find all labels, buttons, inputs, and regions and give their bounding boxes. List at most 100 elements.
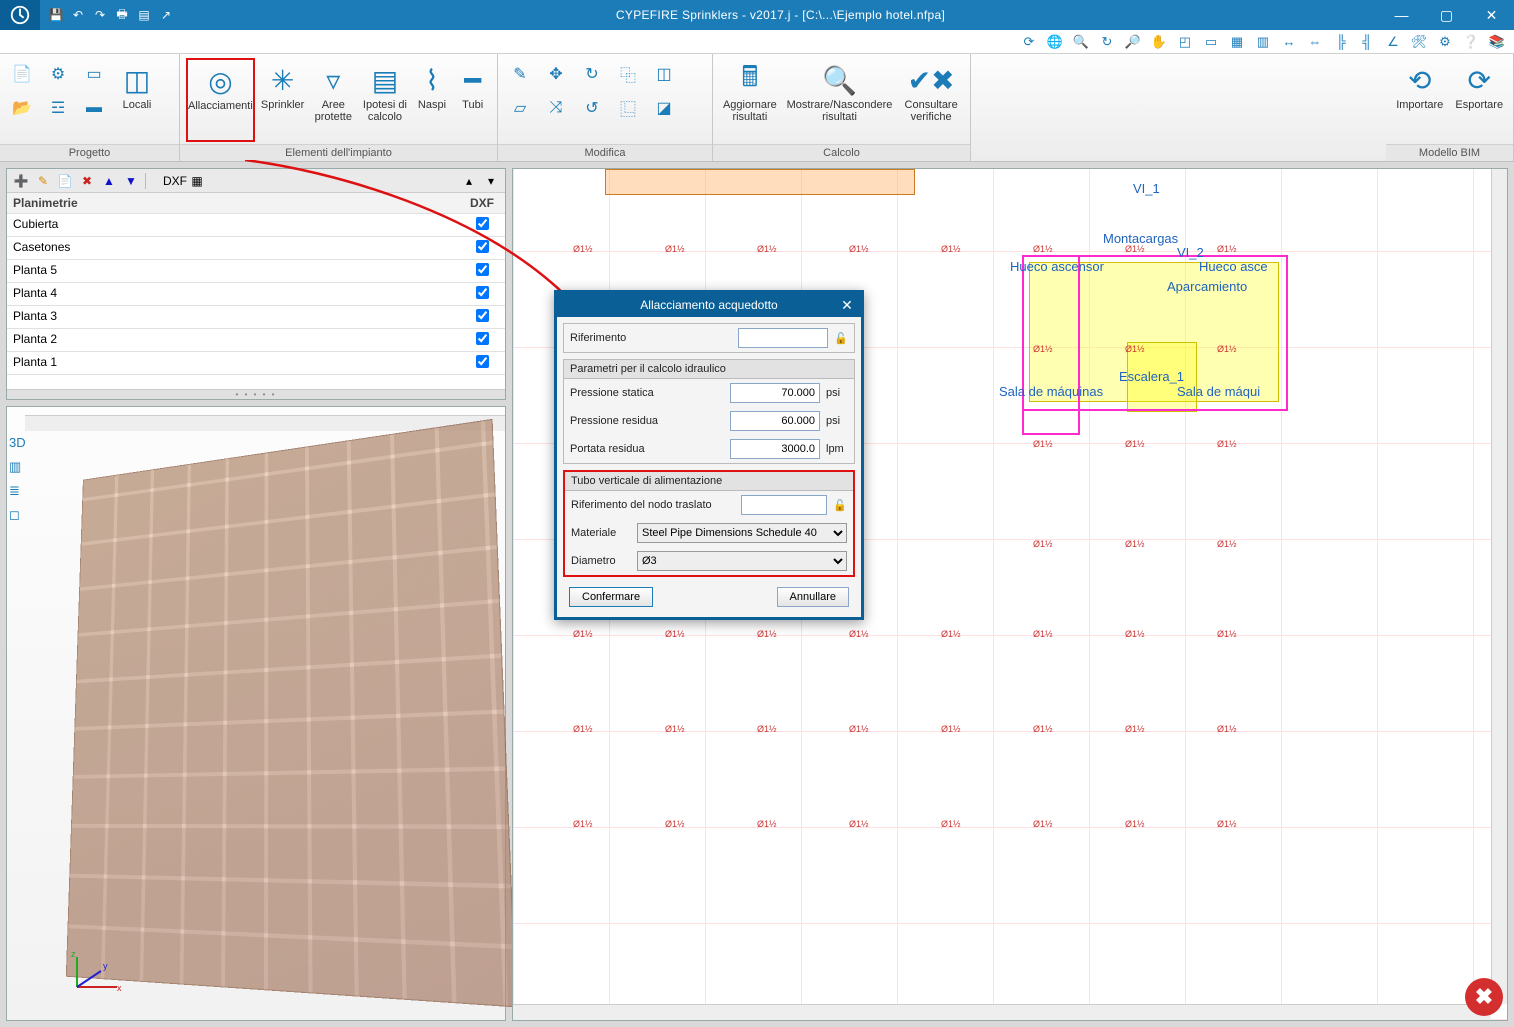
dxf-checkbox[interactable] — [476, 332, 489, 345]
pan-icon[interactable]: ✋ — [1150, 33, 1168, 51]
collapse-up-icon[interactable]: ▴ — [461, 173, 477, 189]
measure1-icon[interactable]: ↔ — [1280, 33, 1298, 51]
window-icon[interactable]: ◰ — [1176, 33, 1194, 51]
ungroup-icon[interactable]: ◪ — [648, 92, 680, 124]
mostrare-nascondere-button[interactable]: 🔍 Mostrare/Nascondere risultati — [785, 58, 895, 142]
refresh-icon[interactable]: ↻ — [1098, 33, 1116, 51]
slab-icon[interactable]: ▭ — [78, 58, 110, 90]
aree-protette-button[interactable]: ▿ Aree protette — [310, 58, 356, 142]
rotate2-icon[interactable]: ↺ — [576, 92, 608, 124]
view-layers-icon[interactable]: ≣ — [9, 483, 27, 501]
undo-icon[interactable]: ↶ — [70, 7, 86, 23]
group-icon[interactable]: ◫ — [648, 58, 680, 90]
materiale-select[interactable]: Steel Pipe Dimensions Schedule 40 — [637, 523, 847, 543]
dxf-checkbox[interactable] — [476, 309, 489, 322]
delete-icon[interactable]: ✖ — [79, 173, 95, 189]
canvas-hscroll[interactable] — [513, 1004, 1491, 1020]
dxf-checkbox[interactable] — [476, 286, 489, 299]
lock-icon[interactable]: 🔓 — [834, 332, 848, 345]
allacciamenti-button[interactable]: ◎ Allacciamenti — [186, 58, 255, 142]
settings-icon[interactable]: ⚙ — [1436, 33, 1454, 51]
portata-residua-input[interactable] — [730, 439, 820, 459]
move2-icon[interactable]: ⤨ — [540, 92, 572, 124]
up-icon[interactable]: ▲ — [101, 173, 117, 189]
books-icon[interactable]: 📚 — [1488, 33, 1506, 51]
redo-icon[interactable]: ↷ — [92, 7, 108, 23]
consultare-verifiche-button[interactable]: ✔✖ Consultare verifiche — [898, 58, 964, 142]
panel-resize-handle[interactable]: • • • • • — [7, 389, 505, 399]
rotate1-icon[interactable]: ↻ — [576, 58, 608, 90]
dialog-close-button[interactable]: ✕ — [837, 295, 857, 315]
dxf-icon[interactable]: DXF — [167, 173, 183, 189]
copy-icon[interactable]: 📄 — [57, 173, 73, 189]
tools-icon[interactable]: 🛠 — [1410, 33, 1428, 51]
dxf-checkbox[interactable] — [476, 263, 489, 276]
zoom-in-icon[interactable]: 🔍 — [1072, 33, 1090, 51]
maximize-button[interactable]: ▢ — [1424, 0, 1469, 30]
pressione-residua-input[interactable] — [730, 411, 820, 431]
riferimento-input[interactable] — [738, 328, 828, 348]
view3d-icon[interactable]: 3D — [9, 435, 27, 453]
table-row[interactable]: Planta 5 — [7, 260, 505, 283]
canvas-vscroll[interactable] — [1491, 169, 1507, 1004]
close-button[interactable]: ✕ — [1469, 0, 1514, 30]
annullare-button[interactable]: Annullare — [777, 587, 849, 607]
table-row[interactable]: Planta 2 — [7, 329, 505, 352]
angle-icon[interactable]: ∠ — [1384, 33, 1402, 51]
save-icon[interactable]: 💾 — [48, 7, 64, 23]
zoom-out-icon[interactable]: 🔎 — [1124, 33, 1142, 51]
pressione-statica-input[interactable] — [730, 383, 820, 403]
beam-icon[interactable]: ▬ — [78, 92, 110, 124]
tubi-button[interactable]: ━ Tubi — [454, 58, 491, 142]
measure2-icon[interactable]: ⇔ — [1306, 33, 1324, 51]
edit1-icon[interactable]: ✎ — [504, 58, 536, 90]
rotate-icon[interactable]: ⟳ — [1020, 33, 1038, 51]
building-model[interactable] — [66, 419, 517, 1008]
move-icon[interactable]: ✥ — [540, 58, 572, 90]
locali-button[interactable]: ◫ Locali — [114, 58, 160, 142]
table-row[interactable]: Casetones — [7, 237, 505, 260]
export-icon[interactable]: ↗ — [158, 7, 174, 23]
nodo-traslato-input[interactable] — [741, 495, 827, 515]
view-ortho-icon[interactable]: ▥ — [9, 459, 27, 477]
table-row[interactable]: Planta 4 — [7, 283, 505, 306]
esportare-button[interactable]: ⟳ Esportare — [1452, 58, 1508, 142]
collapse-down-icon[interactable]: ▾ — [483, 173, 499, 189]
copy2-icon[interactable]: ⿺ — [612, 92, 644, 124]
ruler2-icon[interactable]: ╣ — [1358, 33, 1376, 51]
open-project-icon[interactable]: 📂 — [6, 92, 38, 124]
dxf-checkbox[interactable] — [476, 217, 489, 230]
print-icon[interactable]: 🖶 — [114, 7, 130, 23]
grid2-icon[interactable]: ▥ — [1254, 33, 1272, 51]
list-project-icon[interactable]: ☲ — [42, 92, 74, 124]
diametro-select[interactable]: Ø3 — [637, 551, 847, 571]
grid-icon[interactable]: ▦ — [1228, 33, 1246, 51]
naspi-button[interactable]: ⌇ Naspi — [414, 58, 451, 142]
settings-project-icon[interactable]: ⚙ — [42, 58, 74, 90]
ipotesi-calcolo-button[interactable]: ▤ Ipotesi di calcolo — [360, 58, 409, 142]
help-icon[interactable]: ❔ — [1462, 33, 1480, 51]
erase-icon[interactable]: ▱ — [504, 92, 536, 124]
minimize-button[interactable]: — — [1379, 0, 1424, 30]
ruler1-icon[interactable]: ╠ — [1332, 33, 1350, 51]
layers2-icon[interactable]: ▦ — [189, 173, 205, 189]
dxf-checkbox[interactable] — [476, 240, 489, 253]
table-row[interactable]: Planta 1 — [7, 352, 505, 375]
confermare-button[interactable]: Confermare — [569, 587, 653, 607]
table-row[interactable]: Cubierta — [7, 214, 505, 237]
lock2-icon[interactable]: 🔓 — [833, 499, 847, 512]
add-icon[interactable]: ➕ — [13, 173, 29, 189]
down-icon[interactable]: ▼ — [123, 173, 139, 189]
aggiornare-risultati-button[interactable]: 🖩 Aggiornare risultati — [719, 58, 781, 142]
edit-icon[interactable]: ✎ — [35, 173, 51, 189]
dxf-checkbox[interactable] — [476, 355, 489, 368]
frame-icon[interactable]: ▭ — [1202, 33, 1220, 51]
error-badge-icon[interactable]: ✖ — [1465, 978, 1503, 1016]
new-project-icon[interactable]: 📄 — [6, 58, 38, 90]
view-box-icon[interactable]: ◻ — [9, 507, 27, 525]
copy1-icon[interactable]: ⿻ — [612, 58, 644, 90]
sprinkler-button[interactable]: ✳ Sprinkler — [259, 58, 307, 142]
globe-icon[interactable]: 🌐 — [1046, 33, 1064, 51]
table-row[interactable]: Planta 3 — [7, 306, 505, 329]
importare-button[interactable]: ⟲ Importare — [1392, 58, 1448, 142]
